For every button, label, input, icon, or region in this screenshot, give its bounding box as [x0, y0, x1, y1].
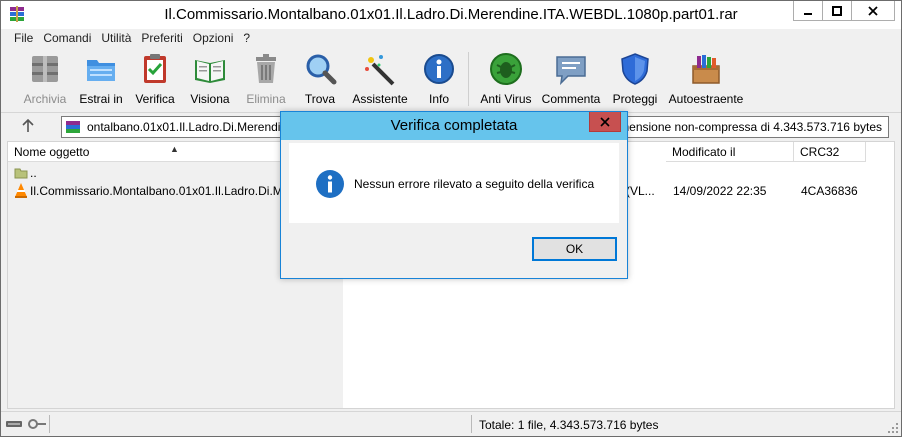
- comment-icon: [556, 56, 586, 86]
- maximize-button[interactable]: [822, 1, 852, 21]
- antivirus-bug-icon: [490, 53, 522, 85]
- dialog-title: Verifica completata: [390, 117, 518, 134]
- parent-folder-icon: [14, 168, 28, 179]
- toolbar-delete-label: Elimina: [246, 92, 286, 106]
- path-text: ontalbano.01x01.Il.Ladro.Di.Merendine: [87, 120, 294, 134]
- toolbar-find-label: Trova: [304, 92, 336, 106]
- toolbar-comment-button[interactable]: Commenta: [541, 52, 601, 108]
- status-bar: Totale: 1 file, 4.343.573.716 bytes: [1, 411, 901, 436]
- minimize-icon: [804, 12, 812, 15]
- toolbar-extract-label: Estrai in: [79, 92, 123, 106]
- column-modified-label: Modificato il: [672, 145, 736, 159]
- toolbar-info-button[interactable]: Info: [419, 52, 459, 108]
- toolbar-view-label: Visiona: [190, 92, 230, 106]
- dialog-close-button[interactable]: [589, 112, 621, 132]
- column-name-label: Nome oggetto: [14, 145, 90, 159]
- toolbar-view-button[interactable]: Visiona: [186, 52, 234, 108]
- menu-file[interactable]: File: [9, 29, 38, 48]
- sort-ascending-icon: ▲: [170, 144, 179, 154]
- toolbar-test-button[interactable]: Verifica: [131, 52, 179, 108]
- menu-help[interactable]: ?: [238, 29, 255, 48]
- parent-folder-label: ..: [30, 166, 37, 180]
- close-icon: [600, 116, 610, 127]
- toolbar-antivirus-label: Anti Virus: [480, 92, 532, 106]
- maximize-icon: [832, 5, 842, 16]
- status-separator: [49, 415, 50, 433]
- verification-dialog: Verifica completata Nessun errore rileva…: [280, 111, 628, 279]
- toolbar-protect-label: Proteggi: [612, 92, 658, 106]
- vlc-file-icon: [15, 183, 27, 198]
- toolbar-info-label: Info: [428, 92, 449, 106]
- drive-key-icon: [6, 419, 46, 429]
- resize-grip-icon[interactable]: [887, 422, 899, 434]
- window-controls: [793, 1, 895, 21]
- status-total: Totale: 1 file, 4.343.573.716 bytes: [479, 418, 659, 432]
- dialog-body: Nessun errore rilevato a seguito della v…: [289, 143, 619, 223]
- window-title: Il.Commissario.Montalbano.01x01.Il.Ladro…: [164, 6, 738, 23]
- file-modified: 14/09/2022 22:35: [673, 184, 767, 198]
- toolbar-antivirus-button[interactable]: Anti Virus: [477, 52, 535, 108]
- menu-options[interactable]: Opzioni: [188, 29, 239, 48]
- info-icon: [316, 170, 344, 198]
- view-book-icon: [195, 60, 225, 83]
- column-header-modified[interactable]: Modificato il: [666, 142, 794, 162]
- close-button[interactable]: [851, 1, 895, 21]
- toolbar: Archivia Estrai in Verifica Visiona Elim…: [1, 48, 901, 110]
- up-folder-button[interactable]: [19, 118, 37, 135]
- toolbar-comment-label: Commenta: [541, 92, 601, 106]
- toolbar-archive-button[interactable]: Archivia: [21, 52, 69, 108]
- file-type: (VL...: [626, 184, 655, 198]
- shield-icon: [621, 53, 649, 85]
- info-icon: [424, 54, 454, 84]
- toolbar-separator: [468, 52, 469, 106]
- magnifier-icon: [306, 54, 337, 85]
- ok-button[interactable]: OK: [532, 237, 617, 261]
- toolbar-wizard-label: Assistente: [352, 92, 408, 106]
- dialog-footer: OK: [289, 223, 619, 271]
- toolbar-test-label: Verifica: [135, 92, 175, 106]
- trash-icon: [256, 54, 276, 83]
- uncompressed-size-info: nensione non-compressa di 4.343.573.716 …: [622, 120, 882, 134]
- toolbar-protect-button[interactable]: Proteggi: [611, 52, 659, 108]
- column-crc-label: CRC32: [800, 145, 840, 159]
- toolbar-sfx-button[interactable]: Autoestraente: [667, 52, 745, 108]
- title-bar: Il.Commissario.Montalbano.01x01.Il.Ladro…: [1, 1, 901, 29]
- toolbar-extract-button[interactable]: Estrai in: [77, 52, 125, 108]
- arrow-up-icon: [22, 118, 34, 132]
- menu-commands[interactable]: Comandi: [38, 29, 96, 48]
- close-icon: [868, 5, 878, 16]
- dialog-title-bar[interactable]: Verifica completata: [281, 112, 627, 140]
- test-clipboard-icon: [144, 54, 166, 83]
- archive-icon: [32, 56, 58, 82]
- toolbar-wizard-button[interactable]: Assistente: [351, 52, 409, 108]
- minimize-button[interactable]: [793, 1, 823, 21]
- file-crc: 4CA36836: [801, 184, 858, 198]
- menu-favorites[interactable]: Preferiti: [136, 29, 187, 48]
- dialog-message: Nessun errore rilevato a seguito della v…: [354, 177, 595, 191]
- toolbar-archive-label: Archivia: [23, 92, 67, 106]
- extract-folder-icon: [87, 60, 115, 81]
- menu-tools[interactable]: Utilità: [96, 29, 136, 48]
- toolbar-sfx-label: Autoestraente: [668, 92, 744, 106]
- toolbar-delete-button[interactable]: Elimina: [242, 52, 290, 108]
- menu-bar: File Comandi Utilità Preferiti Opzioni ?: [1, 29, 901, 48]
- toolbar-find-button[interactable]: Trova: [297, 52, 343, 108]
- column-header-crc[interactable]: CRC32: [794, 142, 866, 162]
- wizard-wand-icon: [365, 55, 395, 86]
- app-window: Il.Commissario.Montalbano.01x01.Il.Ladro…: [0, 0, 902, 437]
- sfx-box-icon: [692, 55, 720, 84]
- rar-archive-icon: [66, 121, 80, 133]
- status-separator: [471, 415, 472, 433]
